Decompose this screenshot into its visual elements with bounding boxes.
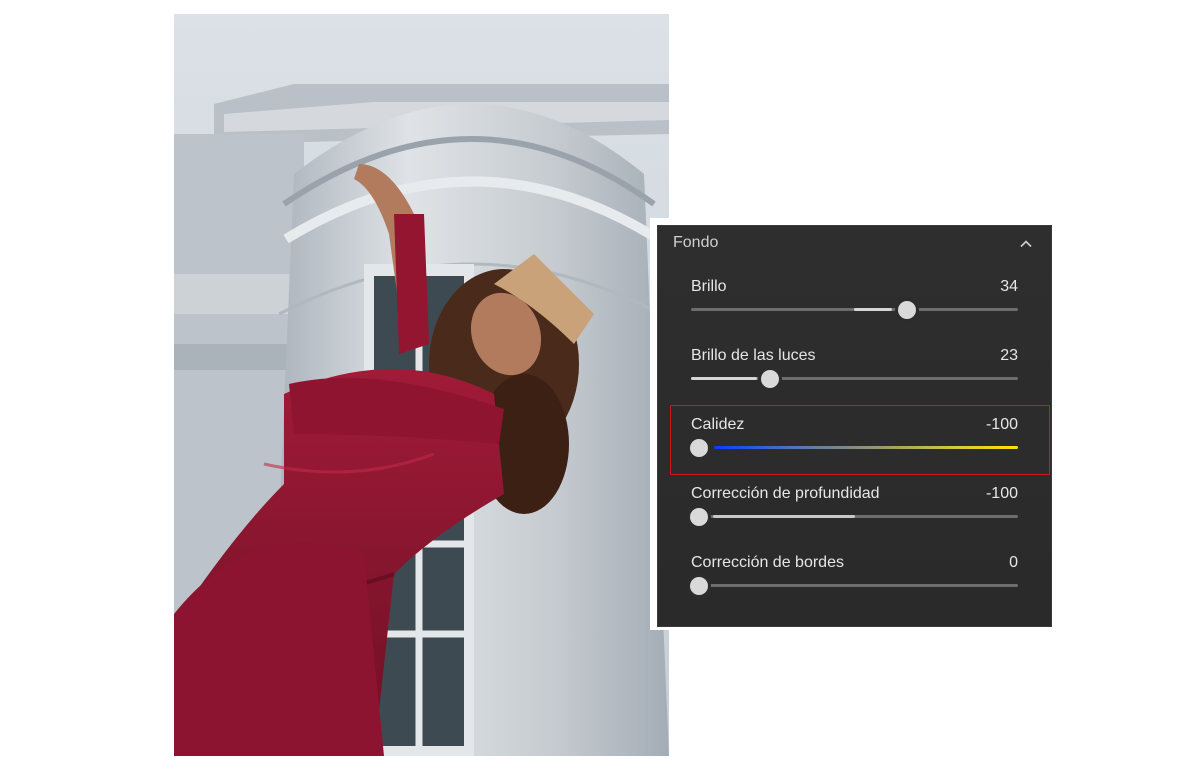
slider-label: Calidez xyxy=(691,416,745,433)
slider-track[interactable] xyxy=(691,377,1018,380)
slider-value[interactable]: -100 xyxy=(986,485,1018,503)
slider-thumb[interactable] xyxy=(898,301,916,319)
slider-label: Brillo de las luces xyxy=(691,347,816,364)
slider-row-calidez: Calidez -100 xyxy=(658,416,1051,480)
slider-label: Corrección de bordes xyxy=(691,554,844,571)
slider-thumb[interactable] xyxy=(690,508,708,526)
slider-label: Corrección de profundidad xyxy=(691,485,880,502)
slider-fill xyxy=(691,377,757,380)
panel-header[interactable]: Fondo xyxy=(658,226,1051,260)
slider-row-brillo: Brillo 34 xyxy=(658,278,1051,342)
panel-title: Fondo xyxy=(673,234,719,251)
slider-row-brillo-luces: Brillo de las luces 23 xyxy=(658,347,1051,411)
slider-fill xyxy=(713,515,855,518)
slider-thumb[interactable] xyxy=(690,577,708,595)
slider-row-profundidad: Corrección de profundidad -100 xyxy=(658,485,1051,549)
collapse-button[interactable] xyxy=(1015,233,1037,255)
slider-value[interactable]: 34 xyxy=(1000,278,1018,296)
slider-track[interactable] xyxy=(691,584,1018,587)
adjustment-panel-frame: Fondo Brillo 34 Brillo de las luces 23 C… xyxy=(650,218,1052,630)
slider-label: Brillo xyxy=(691,278,727,295)
slider-value[interactable]: 0 xyxy=(1009,554,1018,572)
slider-track[interactable] xyxy=(691,308,1018,311)
adjustment-panel: Fondo Brillo 34 Brillo de las luces 23 C… xyxy=(657,225,1052,627)
slider-track[interactable] xyxy=(691,515,1018,518)
slider-track-gradient[interactable] xyxy=(714,446,1018,449)
slider-fill xyxy=(854,308,892,311)
chevron-up-icon xyxy=(1020,240,1032,248)
photo-illustration xyxy=(174,14,669,756)
photo-preview xyxy=(174,14,669,756)
slider-row-bordes: Corrección de bordes 0 xyxy=(658,554,1051,618)
slider-value[interactable]: 23 xyxy=(1000,347,1018,365)
slider-value[interactable]: -100 xyxy=(986,416,1018,434)
slider-thumb[interactable] xyxy=(690,439,708,457)
slider-thumb[interactable] xyxy=(761,370,779,388)
